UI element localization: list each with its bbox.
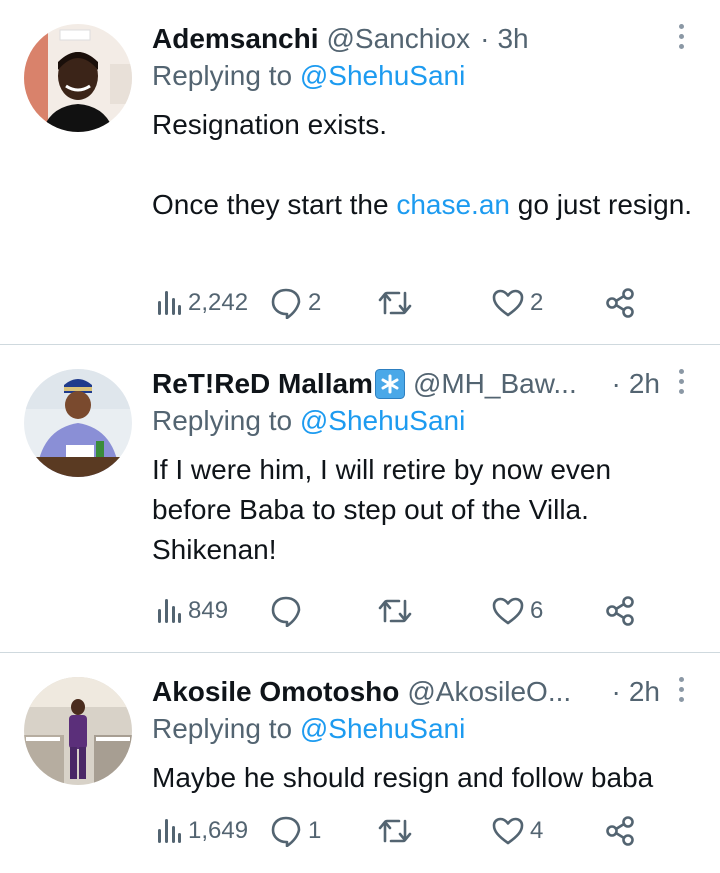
mention-link[interactable]: @ShehuSani xyxy=(300,60,465,91)
avatar-image xyxy=(24,369,132,477)
views-icon xyxy=(158,291,181,315)
display-name[interactable]: ReT!ReD Mallam xyxy=(152,368,373,400)
reply-tweet[interactable]: Ademsanchi @Sanchiox · 3h Replying to @S… xyxy=(0,0,720,345)
replying-to: Replying to @ShehuSani xyxy=(152,405,465,437)
timestamp[interactable]: 2h xyxy=(629,676,660,708)
replying-to: Replying to @ShehuSani xyxy=(152,60,465,92)
user-handle[interactable]: @AkosileO... xyxy=(407,676,571,708)
link[interactable]: chase.an xyxy=(396,189,510,220)
tweet-header: Akosile Omotosho @AkosileO... xyxy=(152,673,590,711)
mention-link[interactable]: @ShehuSani xyxy=(300,405,465,436)
heart-icon xyxy=(492,817,524,845)
separator-dot: · xyxy=(480,23,490,54)
more-vertical-icon[interactable] xyxy=(676,677,686,707)
tweet-text: If I were him, I will retire by now even… xyxy=(152,454,612,565)
views-count: 2,242 xyxy=(188,289,249,316)
more-vertical-icon[interactable] xyxy=(676,369,686,399)
replying-to-label: Replying to xyxy=(152,405,293,436)
retweet-icon xyxy=(378,599,412,623)
retweet-button[interactable] xyxy=(377,283,413,323)
separator-dot: · xyxy=(611,368,621,399)
reply-tweet[interactable]: ReT!ReD Mallam @MH_Baw... · 2h Replying … xyxy=(0,345,720,653)
share-button[interactable] xyxy=(604,811,636,851)
views-icon xyxy=(158,599,181,623)
mention-link[interactable]: @ShehuSani xyxy=(300,713,465,744)
comment-button[interactable] xyxy=(270,591,308,631)
avatar-image xyxy=(24,24,132,132)
views-button[interactable]: 849 xyxy=(156,591,228,631)
timestamp[interactable]: 2h xyxy=(629,368,660,400)
comment-button[interactable]: 1 xyxy=(270,811,321,851)
share-button[interactable] xyxy=(604,283,636,323)
avatar[interactable] xyxy=(24,369,132,477)
share-icon xyxy=(606,596,634,626)
display-name[interactable]: Akosile Omotosho xyxy=(152,676,399,708)
avatar-image xyxy=(24,677,132,785)
comment-button[interactable]: 2 xyxy=(270,283,321,323)
views-icon xyxy=(158,819,181,843)
like-button[interactable]: 6 xyxy=(492,591,543,631)
tweet-meta: · 2h xyxy=(602,673,660,711)
tweet-text-line: Resignation exists. xyxy=(152,109,388,140)
tweet-meta: · 2h xyxy=(602,365,660,403)
verified-asterisk-icon xyxy=(374,369,405,399)
tweet-text-line: Once they start the chase.an go just res… xyxy=(152,185,697,225)
comment-icon xyxy=(271,596,301,627)
like-count: 2 xyxy=(530,289,544,316)
like-count: 6 xyxy=(530,597,544,624)
comment-count: 2 xyxy=(308,289,322,316)
action-bar: 2,242 2 2 xyxy=(152,283,652,323)
avatar[interactable] xyxy=(24,24,132,132)
retweet-button[interactable] xyxy=(377,811,413,851)
views-button[interactable]: 1,649 xyxy=(156,811,248,851)
retweet-icon xyxy=(378,819,412,843)
reply-tweet[interactable]: Akosile Omotosho @AkosileO... · 2h Reply… xyxy=(0,653,720,873)
tweet-text: Resignation exists. Once they start the … xyxy=(152,105,697,225)
views-button[interactable]: 2,242 xyxy=(156,283,248,323)
heart-icon xyxy=(492,597,524,625)
more-vertical-icon[interactable] xyxy=(676,24,686,54)
replying-to: Replying to @ShehuSani xyxy=(152,713,465,745)
comment-icon xyxy=(271,816,301,847)
tweet-text: Maybe he should resign and follow baba xyxy=(152,762,654,793)
tweet-header: ReT!ReD Mallam @MH_Baw... xyxy=(152,365,630,403)
action-bar: 1,649 1 4 xyxy=(152,811,652,851)
views-count: 849 xyxy=(188,597,229,624)
like-count: 4 xyxy=(530,817,544,844)
replying-to-label: Replying to xyxy=(152,713,293,744)
share-icon xyxy=(606,816,634,846)
timestamp[interactable]: 3h xyxy=(497,23,528,55)
heart-icon xyxy=(492,289,524,317)
retweet-icon xyxy=(378,291,412,315)
comment-icon xyxy=(271,288,301,319)
views-count: 1,649 xyxy=(188,817,249,844)
tweet-text-segment: go just resign. xyxy=(509,189,693,220)
like-button[interactable]: 2 xyxy=(492,283,543,323)
action-bar: 849 6 xyxy=(152,591,652,631)
avatar[interactable] xyxy=(24,677,132,785)
display-name[interactable]: Ademsanchi xyxy=(152,23,319,55)
retweet-button[interactable] xyxy=(377,591,413,631)
replying-to-label: Replying to xyxy=(152,60,293,91)
share-button[interactable] xyxy=(604,591,636,631)
tweet-header: Ademsanchi @Sanchiox · 3h xyxy=(152,20,660,58)
tweet-text-segment: Once they start the xyxy=(152,189,397,220)
share-icon xyxy=(606,288,634,318)
comment-count: 1 xyxy=(308,817,322,844)
separator-dot: · xyxy=(611,676,621,707)
user-handle[interactable]: @Sanchiox xyxy=(327,23,471,55)
user-handle[interactable]: @MH_Baw... xyxy=(413,368,577,400)
like-button[interactable]: 4 xyxy=(492,811,543,851)
